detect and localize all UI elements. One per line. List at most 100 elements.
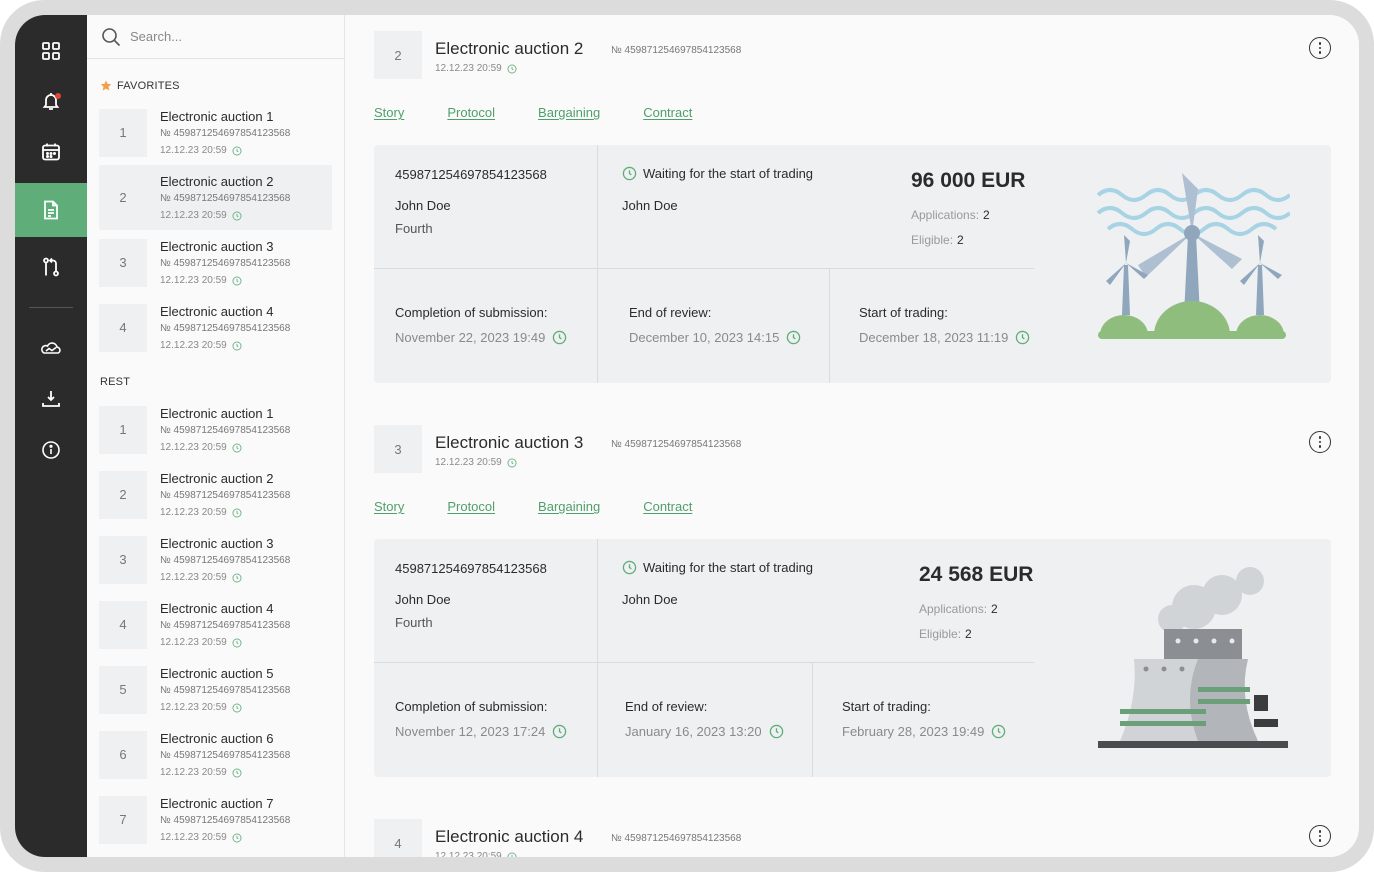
device-frame: FAVORITES 1 Electronic auction 1 № 45987… <box>0 0 1374 872</box>
item-date-row: 12.12.23 20:59 <box>160 767 290 778</box>
organizer-name: John Doe <box>395 198 451 213</box>
item-date: 12.12.23 20:59 <box>160 274 227 286</box>
item-date: 12.12.23 20:59 <box>160 441 227 453</box>
list-item[interactable]: 6 Electronic auction 6 № 459871254697854… <box>99 722 332 787</box>
dot <box>1318 436 1322 439</box>
divider <box>812 662 813 777</box>
dot <box>1318 830 1322 833</box>
tab-bargaining[interactable]: Bargaining <box>538 499 600 514</box>
review-label: End of review: <box>629 305 712 320</box>
item-number-code: № 4598712546978541235​68 <box>160 127 291 139</box>
more-options-button[interactable] <box>1309 825 1331 847</box>
item-text: Electronic auction 4 № 45987125469785412… <box>160 602 290 648</box>
item-text: Electronic auction 7 № 45987125469785412… <box>160 797 290 843</box>
rail-divider <box>29 307 73 308</box>
eligible-value: 2 <box>957 233 964 247</box>
rail-calendar[interactable] <box>15 126 87 178</box>
item-number-code: № 459871254697854123568 <box>160 554 291 566</box>
item-date-row: 12.12.23 20:59 <box>160 572 290 583</box>
item-number: 2 <box>99 470 147 519</box>
list-item[interactable]: 3 Electronic auction 3 № 459871254697854… <box>99 230 332 295</box>
list-item[interactable]: 3 Electronic auction 3 № 459871254697854… <box>99 527 332 592</box>
clock-icon <box>232 508 242 517</box>
trading-label: Start of trading: <box>842 699 931 714</box>
tab-bargaining[interactable]: Bargaining <box>538 105 600 120</box>
auction-info-panel: 459871254697854123568 John Doe Fourth Wa… <box>374 145 1331 383</box>
cloud-icon <box>41 342 61 354</box>
status: Waiting for the start of trading <box>622 560 813 575</box>
review-date-row: December 10, 2023 14:15 <box>629 330 801 345</box>
item-number-code: № 459871254697854123568 <box>160 684 291 696</box>
list-item[interactable]: 2 Electronic auction 2 № 459871254697854… <box>99 462 332 527</box>
list-item[interactable]: 2 Electronic auction 2 № 459871254697854… <box>99 165 332 230</box>
search-input[interactable] <box>130 29 330 44</box>
clock-icon <box>232 276 242 285</box>
completion-label: Completion of submission: <box>395 699 548 714</box>
tab-story[interactable]: Story <box>374 499 404 514</box>
list-item[interactable]: 7 Electronic auction 7 № 459871254697854… <box>99 787 332 852</box>
review-date: December 10, 2023 14:15 <box>629 330 780 345</box>
card-title[interactable]: Electronic auction 2 <box>435 39 583 59</box>
tab-protocol[interactable]: Protocol <box>447 499 495 514</box>
info-icon <box>42 441 60 459</box>
document-icon <box>44 200 58 220</box>
dot <box>1318 445 1322 448</box>
list-item[interactable]: 4 Electronic auction 4 № 459871254697854… <box>99 592 332 657</box>
list-item[interactable]: 5 Electronic auction 5 № 459871254697854… <box>99 657 332 722</box>
eligible-value: 2 <box>965 627 972 641</box>
more-options-button[interactable] <box>1309 431 1331 453</box>
rail-notifications[interactable] <box>15 75 87 127</box>
round-label: Fourth <box>395 615 433 630</box>
applications-stat: Applications: 2 <box>919 602 998 616</box>
card-tabs: Story Protocol Bargaining Contract <box>374 105 735 120</box>
item-number-code: № 459871254697854123568 <box>160 192 291 204</box>
clock-icon <box>553 724 567 739</box>
tab-contract[interactable]: Contract <box>643 105 692 120</box>
card-title[interactable]: Electronic auction 3 <box>435 433 583 453</box>
rail-auctions[interactable] <box>15 183 87 237</box>
more-options-button[interactable] <box>1309 37 1331 59</box>
tab-story[interactable]: Story <box>374 105 404 120</box>
rail-dashboard[interactable] <box>15 25 87 77</box>
clock-icon <box>1016 330 1030 345</box>
item-title: Electronic auction 2 <box>160 173 274 189</box>
item-number: 7 <box>99 795 147 844</box>
rail-compare[interactable] <box>15 241 87 293</box>
item-date-row: 12.12.23 20:59 <box>160 145 290 156</box>
divider <box>597 145 598 383</box>
item-date-row: 12.12.23 20:59 <box>160 340 290 351</box>
dot <box>1318 46 1322 50</box>
tab-contract[interactable]: Contract <box>643 499 692 514</box>
list-item[interactable]: 1 Electronic auction 1 № 459871254697854… <box>99 397 332 462</box>
completion-date: November 22, 2023 19:49 <box>395 330 546 345</box>
clock-icon <box>232 768 242 777</box>
list-item[interactable]: 4 Electronic auction 4 № 459871254697854… <box>99 295 332 360</box>
rail-download[interactable] <box>15 373 87 425</box>
item-number: 2 <box>119 190 127 205</box>
clock-icon <box>232 833 242 842</box>
item-text: Electronic auction 2 № 45987125469785412… <box>160 175 290 221</box>
clock-icon <box>232 146 242 155</box>
grid-icon <box>42 42 60 60</box>
rail-info[interactable] <box>15 424 87 476</box>
rail-cloud[interactable] <box>15 323 87 375</box>
item-text: Electronic auction 5 № 45987125469785412… <box>160 667 290 713</box>
item-number-code: № 459871254697854123568 <box>160 322 291 334</box>
auction-card: 3 Electronic auction 3 № 459871254697854… <box>374 425 1331 777</box>
item-number: 6 <box>99 730 147 779</box>
item-date-row: 12.12.23 20:59 <box>160 210 290 221</box>
card-date-row: 12.12.23 20:59 <box>435 63 517 74</box>
clock-icon <box>232 703 242 712</box>
card-title[interactable]: Electronic auction 4 <box>435 827 583 847</box>
clock-icon <box>507 458 517 467</box>
favorites-label: FAVORITES <box>117 80 180 92</box>
item-date: 12.12.23 20:59 <box>160 831 227 843</box>
list-item[interactable]: 1 Electronic auction 1 № 459871254697854… <box>99 100 332 165</box>
item-number: 1 <box>99 108 147 157</box>
card-number-code: № 459871254697854123568 <box>611 45 742 56</box>
item-number-code: № 459871254697854123568 <box>160 619 291 631</box>
card-tabs: Story Protocol Bargaining Contract <box>374 499 735 514</box>
tab-protocol[interactable]: Protocol <box>447 105 495 120</box>
item-number-code: № 459871254697854123568 <box>160 749 291 761</box>
eligible-stat: Eligible: 2 <box>911 233 964 247</box>
